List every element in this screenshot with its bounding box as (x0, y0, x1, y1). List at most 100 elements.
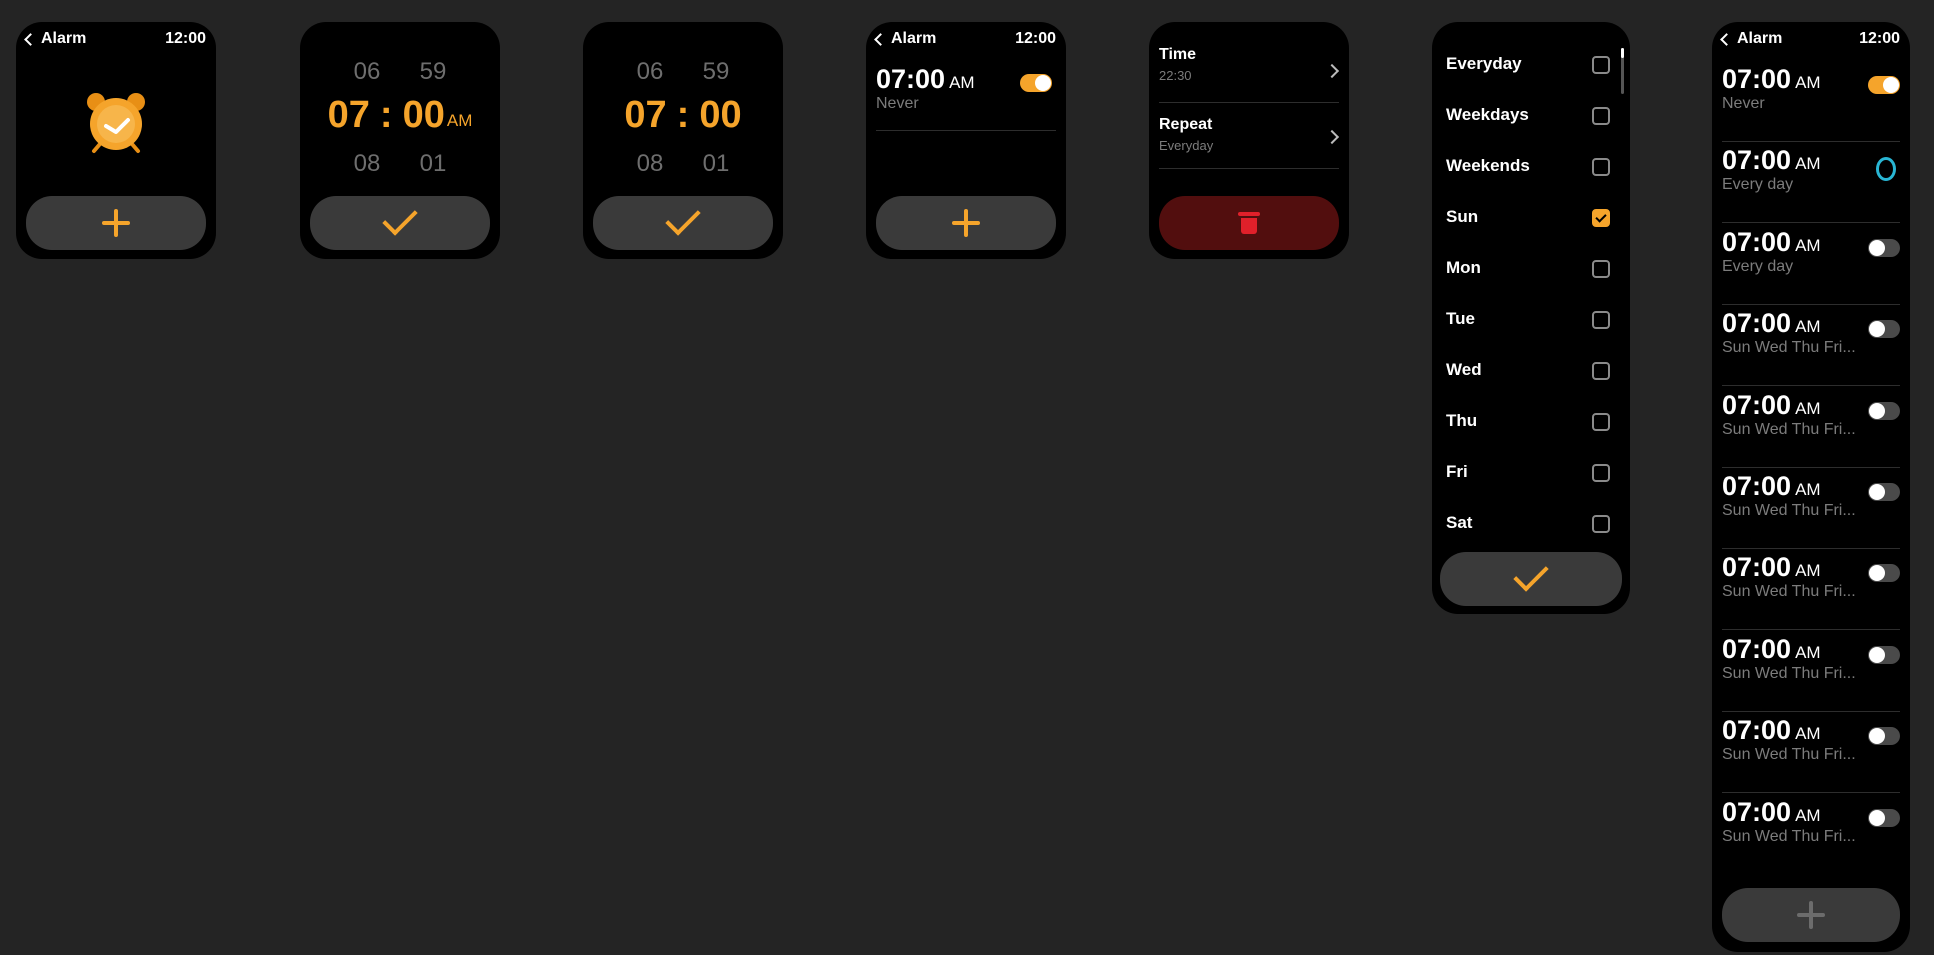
divider (1722, 303, 1900, 305)
toggle-knob (1869, 646, 1885, 663)
clock: 12:00 (1859, 30, 1900, 47)
time-row[interactable]: Time 22:30 (1159, 46, 1339, 94)
checkbox[interactable] (1592, 515, 1610, 533)
chevron-left-icon (24, 32, 37, 46)
alarm-time-value: 07:00 (1722, 226, 1792, 257)
repeat-option-row[interactable]: Sat (1446, 509, 1610, 539)
back-label: Alarm (891, 30, 937, 47)
alarm-ampm: AM (1795, 154, 1821, 174)
picker-row-above[interactable]: 06 59 (583, 58, 783, 86)
checkbox[interactable] (1592, 260, 1610, 278)
repeat-option-label: Mon (1446, 258, 1481, 277)
repeat-option-label: Everyday (1446, 54, 1522, 73)
confirm-button[interactable] (593, 196, 773, 250)
alarm-toggle[interactable] (1868, 483, 1900, 501)
chevron-left-icon (1720, 32, 1733, 46)
alarm-repeat: Sun Wed Thu Fri... (1722, 583, 1856, 601)
alarm-item[interactable]: 07:00 AM Sun Wed Thu Fri... (1722, 552, 1900, 630)
picker-row-below[interactable]: 08 01 (583, 150, 783, 178)
alarm-item[interactable]: 07:00 AM Sun Wed Thu Fri... (1722, 634, 1900, 712)
back-button[interactable]: Alarm (874, 30, 937, 48)
trash-icon (1238, 212, 1260, 234)
repeat-option-label: Weekends (1446, 156, 1530, 175)
alarm-ampm: AM (1795, 724, 1821, 744)
picker-row-selected[interactable]: 07 : 00 AM (300, 94, 500, 137)
back-button[interactable]: Alarm (1720, 30, 1782, 48)
alarm-item[interactable]: 07:00 AM Sun Wed Thu Fri... (1722, 471, 1900, 549)
repeat-option-row[interactable]: Weekdays (1446, 101, 1610, 131)
repeat-option-label: Sun (1446, 207, 1479, 226)
alarm-time-value: 07:00 (876, 64, 946, 94)
picker-row-above[interactable]: 06 59 (300, 58, 500, 86)
hour-below: 08 (353, 150, 381, 177)
ampm-value[interactable]: AM (447, 111, 473, 131)
checkbox[interactable] (1592, 56, 1610, 74)
repeat-row[interactable]: Repeat Everyday (1159, 116, 1339, 164)
alarm-item[interactable]: 07:00 AM Sun Wed Thu Fri... (1722, 715, 1900, 793)
toggle-knob (1869, 728, 1885, 745)
hour-value: 07 (327, 94, 370, 136)
add-alarm-button[interactable] (26, 196, 206, 250)
alarm-ampm: AM (1795, 480, 1821, 499)
delete-alarm-button[interactable] (1159, 196, 1339, 250)
alarm-time-value: 07:00 (1722, 796, 1792, 827)
repeat-option-row[interactable]: Tue (1446, 305, 1610, 335)
watch-screen-time-picker-ampm: 06 59 07 : 00 AM 08 01 (300, 22, 500, 259)
watch-screen-alarm-list: Alarm 12:00 07:00 AM Never 07:00 AM Every day… (1712, 22, 1910, 952)
alarm-item[interactable]: 07:00 AM Never (1722, 64, 1900, 142)
alarm-item[interactable]: 07:00 AM Sun Wed Thu Fri... (1722, 797, 1900, 875)
add-alarm-button[interactable] (876, 196, 1056, 250)
repeat-option-row[interactable]: Thu (1446, 407, 1610, 437)
minute-above: 59 (702, 58, 730, 85)
add-alarm-button[interactable] (1722, 888, 1900, 942)
minute-value: 00 (402, 94, 445, 136)
watch-screen-repeat-options: Everyday Weekdays Weekends Sun Mon Tue Wed Thu F… (1432, 22, 1630, 614)
alarm-toggle[interactable] (1868, 727, 1900, 746)
watch-screen-empty: Alarm 12:00 (16, 22, 216, 259)
checkbox[interactable] (1592, 413, 1610, 431)
alarm-toggle[interactable] (1020, 74, 1052, 92)
confirm-button[interactable] (310, 196, 490, 250)
alarm-item[interactable]: 07:00 AM Sun Wed Thu Fri... (1722, 390, 1900, 468)
toggle-knob (1869, 565, 1885, 582)
alarm-item[interactable]: 07:00 AM Every day (1722, 145, 1900, 223)
repeat-option-label: Wed (1446, 360, 1482, 379)
picker-row-below[interactable]: 08 01 (300, 150, 500, 178)
repeat-option-row[interactable]: Everyday (1446, 50, 1610, 80)
alarm-ampm: AM (1795, 317, 1821, 337)
scroll-indicator[interactable] (1621, 48, 1624, 94)
repeat-option-row[interactable]: Fri (1446, 458, 1610, 488)
divider (1159, 102, 1339, 103)
checkbox[interactable] (1592, 362, 1610, 380)
alarm-toggle[interactable] (1868, 564, 1900, 583)
repeat-option-row[interactable]: Sun (1446, 203, 1610, 233)
repeat-option-label: Sat (1446, 513, 1473, 532)
alarm-repeat: Sun Wed Thu Fri... (1722, 502, 1856, 519)
checkbox[interactable] (1592, 158, 1610, 176)
alarm-toggle[interactable] (1868, 320, 1900, 339)
divider (876, 130, 1056, 131)
checkbox[interactable] (1592, 107, 1610, 125)
check-icon (1513, 556, 1549, 592)
alarm-toggle[interactable] (1868, 238, 1900, 257)
alarm-item[interactable]: 07:00 AM Every day (1722, 227, 1900, 305)
alarm-toggle[interactable] (1868, 76, 1900, 94)
repeat-option-row[interactable]: Mon (1446, 254, 1610, 284)
watch-screen-edit-alarm: Time 22:30 Repeat Everyday (1149, 22, 1349, 259)
alarm-ampm: AM (1795, 73, 1821, 92)
confirm-button[interactable] (1440, 552, 1622, 606)
back-label: Alarm (41, 30, 87, 47)
back-button[interactable]: Alarm (24, 30, 87, 48)
checkbox[interactable] (1592, 311, 1610, 329)
repeat-option-row[interactable]: Wed (1446, 356, 1610, 386)
alarm-repeat: Never (1722, 95, 1765, 112)
checkbox[interactable] (1592, 464, 1610, 482)
alarm-toggle[interactable] (1868, 401, 1900, 420)
alarm-toggle[interactable] (1868, 645, 1900, 664)
alarm-toggle[interactable] (1868, 808, 1900, 827)
checkbox-checked[interactable] (1592, 209, 1610, 227)
alarm-item[interactable]: 07:00 AM Sun Wed Thu Fri... (1722, 308, 1900, 386)
picker-row-selected[interactable]: 07 : 00 (583, 94, 783, 137)
divider (1722, 385, 1900, 387)
repeat-option-row[interactable]: Weekends (1446, 152, 1610, 182)
